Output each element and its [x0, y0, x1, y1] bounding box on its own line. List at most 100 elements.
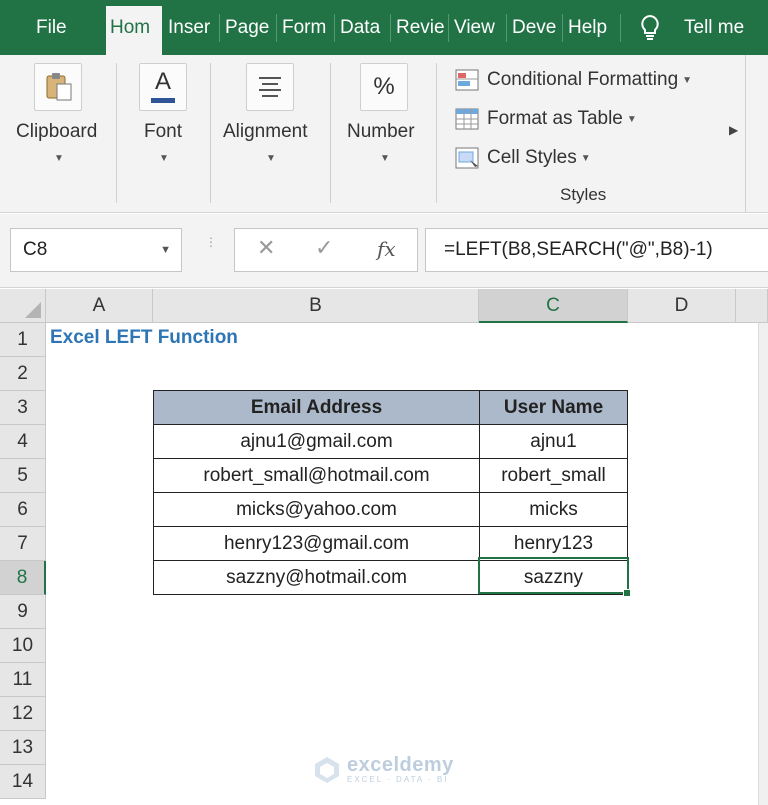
row-header-4[interactable]: 4: [0, 425, 46, 459]
row-header-1[interactable]: 1: [0, 323, 46, 357]
clipboard-group-label[interactable]: Clipboard: [16, 121, 97, 143]
column-header-e[interactable]: [736, 289, 768, 323]
chevron-down-icon[interactable]: ▼: [380, 153, 390, 164]
row-header-14[interactable]: 14: [0, 765, 46, 799]
row-header-8[interactable]: 8: [0, 561, 46, 595]
row-header-10[interactable]: 10: [0, 629, 46, 663]
chevron-down-icon: ▼: [626, 113, 637, 125]
row-header-5[interactable]: 5: [0, 459, 46, 493]
worksheet-grid: A B C D 1 2 3 4 5 6 7 8 9 10 11 12 13 14…: [0, 289, 768, 805]
email-cell[interactable]: sazzny@hotmail.com: [153, 560, 480, 595]
watermark-name: exceldemy: [347, 754, 454, 776]
chevron-down-icon: ▼: [580, 152, 591, 164]
username-cell[interactable]: ajnu1: [479, 424, 628, 459]
table-row: henry123@gmail.com henry123: [153, 526, 628, 561]
row-header-6[interactable]: 6: [0, 493, 46, 527]
alignment-group-label[interactable]: Alignment: [223, 121, 308, 143]
username-cell[interactable]: sazzny: [479, 560, 628, 595]
email-cell[interactable]: robert_small@hotmail.com: [153, 458, 480, 493]
select-all-button[interactable]: [0, 289, 46, 323]
row-header-7[interactable]: 7: [0, 527, 46, 561]
column-header-b[interactable]: B: [153, 289, 479, 323]
table-row: robert_small@hotmail.com robert_small: [153, 458, 628, 493]
ribbon-divider: [116, 63, 117, 203]
row-header-11[interactable]: 11: [0, 663, 46, 697]
ribbon-divider: [745, 55, 746, 213]
row-header-2[interactable]: 2: [0, 357, 46, 391]
cancel-icon[interactable]: ✕: [257, 235, 275, 261]
font-icon[interactable]: A: [139, 63, 187, 111]
name-box-value: C8: [23, 239, 48, 260]
table-header-row: Email Address User Name: [153, 390, 628, 425]
tab-divider: [334, 14, 335, 42]
conditional-formatting-button[interactable]: Conditional Formatting ▼: [455, 63, 692, 97]
styles-group-label: Styles: [560, 185, 607, 204]
column-header-a[interactable]: A: [46, 289, 153, 323]
chevron-right-icon[interactable]: ▶: [729, 123, 738, 137]
tab-divider: [620, 14, 621, 42]
tab-formulas[interactable]: Form: [278, 8, 330, 48]
email-cell[interactable]: henry123@gmail.com: [153, 526, 480, 561]
clipboard-icon[interactable]: [34, 63, 82, 111]
tab-review[interactable]: Revie: [392, 8, 446, 48]
fill-handle[interactable]: [623, 589, 631, 597]
email-cell[interactable]: ajnu1@gmail.com: [153, 424, 480, 459]
tab-developer[interactable]: Deve: [508, 8, 560, 48]
tab-divider: [448, 14, 449, 42]
table-row: sazzny@hotmail.com sazzny: [153, 560, 628, 595]
name-box[interactable]: C8 ▼: [10, 228, 182, 272]
vertical-scrollbar[interactable]: [758, 323, 768, 805]
conditional-formatting-icon: [455, 68, 481, 92]
cell-styles-icon: [455, 146, 481, 170]
chevron-down-icon[interactable]: ▼: [160, 229, 171, 271]
formula-buttons: ✕ ✓ fx: [234, 228, 418, 272]
tab-page-layout[interactable]: Page: [221, 8, 271, 48]
percent-icon[interactable]: %: [360, 63, 408, 111]
username-cell[interactable]: robert_small: [479, 458, 628, 493]
username-cell[interactable]: micks: [479, 492, 628, 527]
email-cell[interactable]: micks@yahoo.com: [153, 492, 480, 527]
ribbon-divider: [436, 63, 437, 203]
tab-data[interactable]: Data: [336, 8, 388, 48]
cell-styles-button[interactable]: Cell Styles ▼: [455, 141, 591, 175]
chevron-down-icon[interactable]: ▼: [54, 153, 64, 164]
tab-home[interactable]: Hom: [106, 6, 162, 55]
ribbon-tab-bar: File Hom Inser Page Form Data Revie View…: [0, 0, 768, 55]
tab-file[interactable]: File: [32, 8, 82, 48]
tab-insert[interactable]: Inser: [164, 8, 214, 48]
exceldemy-logo-icon: [313, 755, 341, 785]
header-user-name[interactable]: User Name: [479, 390, 628, 425]
tab-help[interactable]: Help: [564, 8, 618, 48]
header-email-address[interactable]: Email Address: [153, 390, 480, 425]
number-group-label[interactable]: Number: [347, 121, 415, 143]
chevron-down-icon: ▼: [682, 74, 693, 86]
column-header-d[interactable]: D: [628, 289, 736, 323]
tab-divider: [562, 14, 563, 42]
ribbon-home: Clipboard ▼ A Font ▼ Alignment ▼ % Numbe…: [0, 55, 768, 213]
lightbulb-icon[interactable]: [638, 14, 662, 42]
tab-divider: [276, 14, 277, 42]
format-as-table-label: Format as Table: [487, 108, 623, 129]
row-header-12[interactable]: 12: [0, 697, 46, 731]
insert-function-icon[interactable]: fx: [377, 237, 396, 261]
tab-view[interactable]: View: [450, 8, 502, 48]
tab-divider: [390, 14, 391, 42]
column-header-c[interactable]: C: [479, 289, 628, 323]
username-cell[interactable]: henry123: [479, 526, 628, 561]
sheet-title-cell[interactable]: Excel LEFT Function: [50, 327, 238, 349]
format-as-table-button[interactable]: Format as Table ▼: [455, 102, 637, 136]
row-header-9[interactable]: 9: [0, 595, 46, 629]
formula-bar: C8 ▼ ⋮ ✕ ✓ fx =LEFT(B8,SEARCH("@",B8)-1): [0, 214, 768, 288]
alignment-icon[interactable]: [246, 63, 294, 111]
email-table: Email Address User Name ajnu1@gmail.com …: [153, 390, 628, 595]
row-header-13[interactable]: 13: [0, 731, 46, 765]
drag-handle-icon[interactable]: ⋮: [205, 236, 217, 248]
row-header-3[interactable]: 3: [0, 391, 46, 425]
chevron-down-icon[interactable]: ▼: [159, 153, 169, 164]
enter-icon[interactable]: ✓: [315, 235, 333, 261]
font-group-label[interactable]: Font: [144, 121, 182, 143]
format-as-table-icon: [455, 107, 481, 131]
chevron-down-icon[interactable]: ▼: [266, 153, 276, 164]
formula-input[interactable]: =LEFT(B8,SEARCH("@",B8)-1): [425, 228, 768, 272]
tell-me-search[interactable]: Tell me: [680, 8, 768, 48]
